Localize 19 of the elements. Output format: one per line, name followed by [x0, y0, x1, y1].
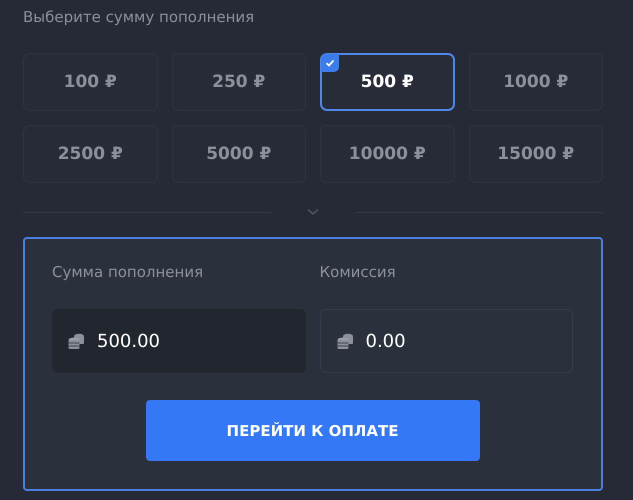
amount-option[interactable]: 15000 ₽	[468, 125, 603, 183]
amount-option[interactable]: 2500 ₽	[23, 125, 158, 183]
section-heading: Выберите сумму пополнения	[23, 8, 256, 28]
field-value: 500.00	[97, 330, 160, 352]
coins-icon	[68, 332, 85, 350]
check-icon	[321, 54, 339, 72]
amount-option[interactable]: 100 ₽	[23, 53, 158, 111]
amount-option[interactable]: 5000 ₽	[172, 125, 306, 183]
field-label: Комиссия	[320, 263, 397, 283]
amount-option[interactable]: 500 ₽	[320, 53, 454, 111]
field-value: 0.00	[366, 330, 406, 352]
pay-button[interactable]: ПЕРЕЙТИ К ОПЛАТЕ	[146, 400, 480, 461]
amount-field[interactable]: 500.00	[52, 309, 306, 373]
field-label: Сумма пополнения	[52, 263, 204, 283]
chevron-down-icon[interactable]	[307, 208, 319, 216]
amount-option[interactable]: 10000 ₽	[320, 125, 454, 183]
coins-icon	[336, 332, 354, 350]
amount-option[interactable]: 250 ₽	[172, 53, 306, 111]
amount-option[interactable]: 1000 ₽	[468, 53, 603, 111]
